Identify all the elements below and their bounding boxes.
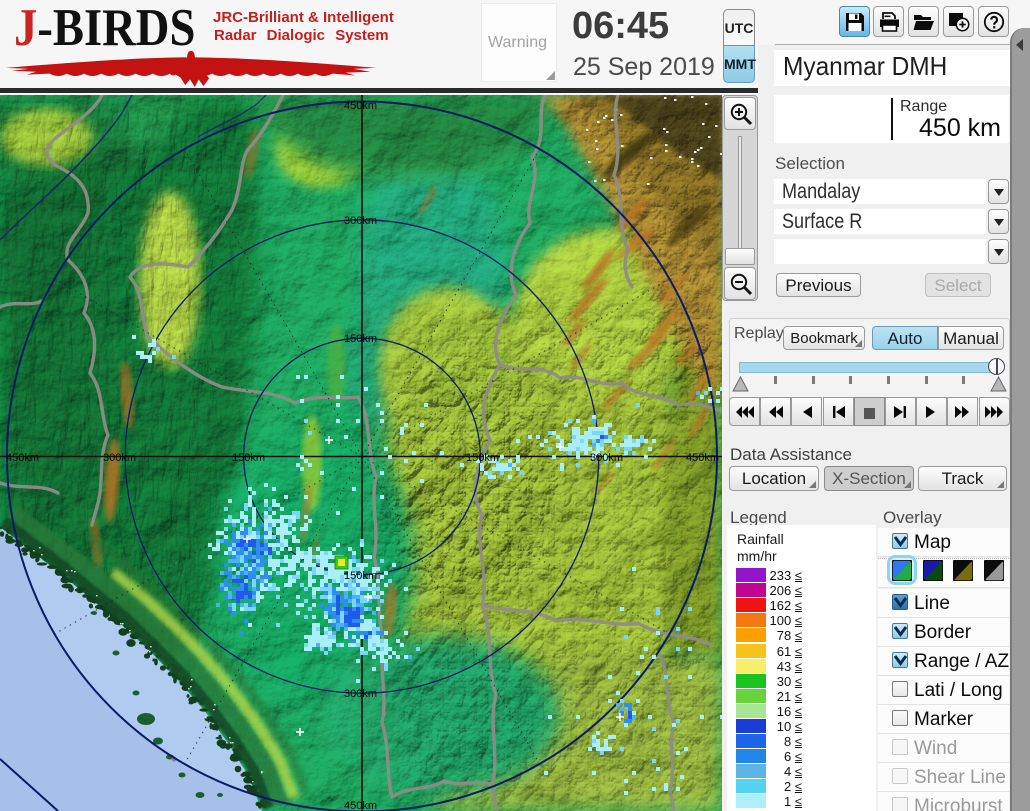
svg-text:300km: 300km [344, 215, 377, 227]
svg-text:150km: 150km [344, 570, 377, 582]
svg-text:450km: 450km [6, 452, 39, 464]
svg-text:450km: 450km [344, 100, 377, 112]
svg-text:300km: 300km [103, 452, 136, 464]
svg-text:450km: 450km [686, 452, 719, 464]
svg-text:150km: 150km [466, 452, 499, 464]
svg-text:300km: 300km [344, 688, 377, 700]
svg-text:300km: 300km [590, 452, 623, 464]
svg-text:150km: 150km [344, 333, 377, 345]
svg-text:450km: 450km [344, 800, 377, 811]
svg-text:150km: 150km [232, 452, 265, 464]
